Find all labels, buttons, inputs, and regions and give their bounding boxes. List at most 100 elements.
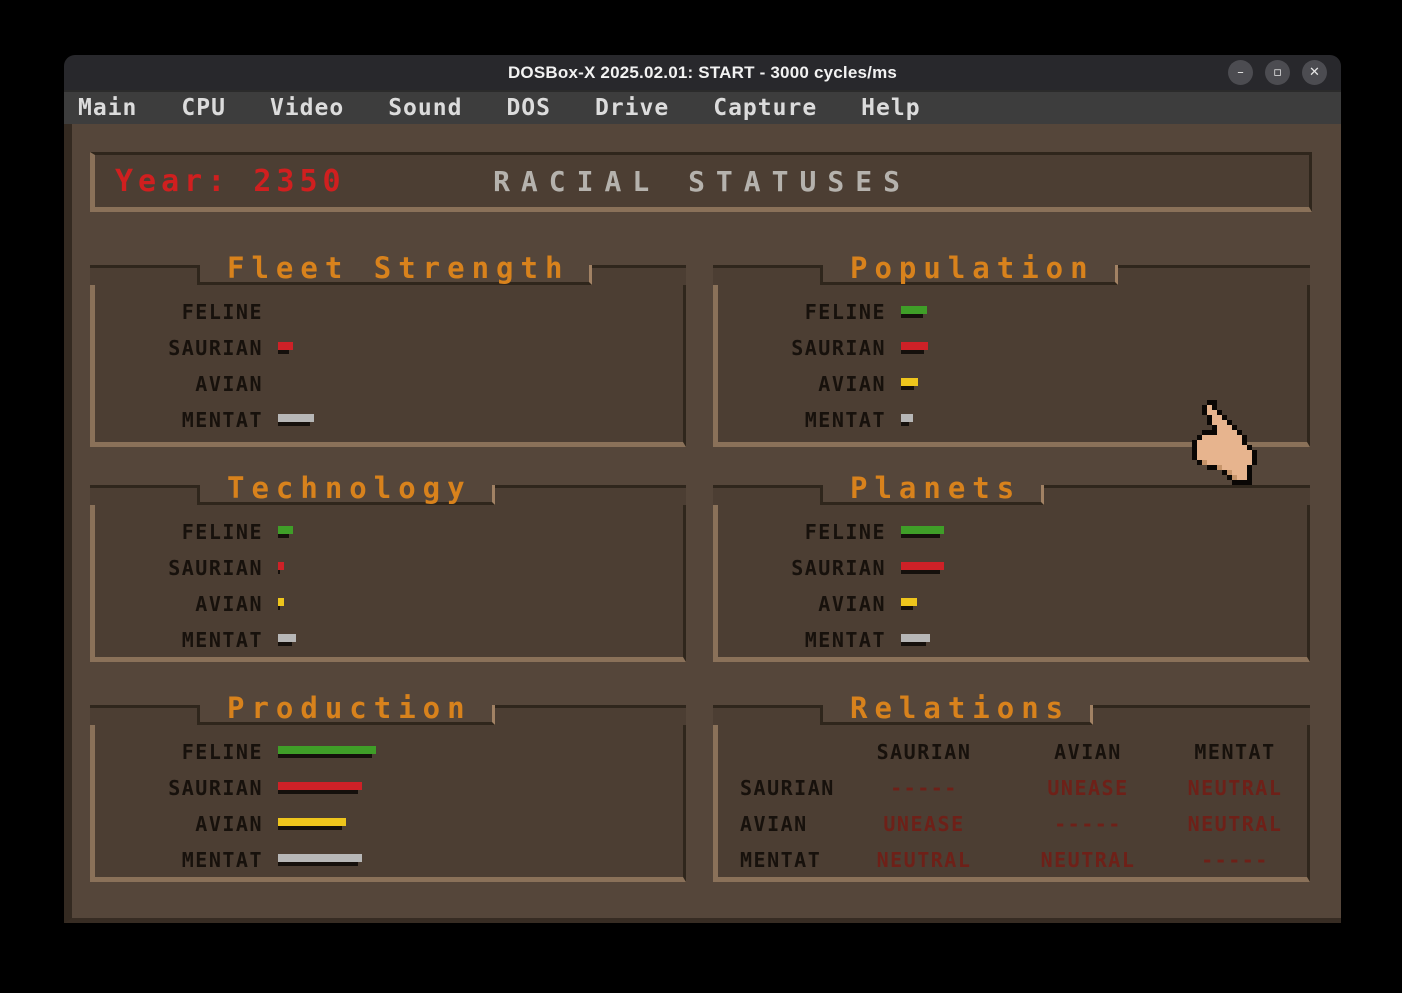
bar-fill: [278, 818, 346, 826]
hand-cursor-icon: [1192, 400, 1257, 485]
menu-item-main[interactable]: Main: [78, 95, 137, 121]
bar-shadow: [278, 642, 292, 646]
race-label: FELINE: [95, 300, 263, 324]
race-bar-row: SAURIAN: [718, 550, 1307, 586]
panel-header: Production: [90, 705, 686, 725]
relations-value: -----: [1012, 812, 1164, 836]
panel-header: Planets: [713, 485, 1310, 505]
status-bar: [901, 306, 1307, 318]
bar-fill: [278, 854, 362, 862]
race-bar-row: FELINE: [95, 734, 683, 770]
bar-fill: [278, 414, 314, 422]
race-bar-row: MENTAT: [718, 622, 1307, 658]
race-bar-row: FELINE: [718, 514, 1307, 550]
race-label: SAURIAN: [718, 336, 886, 360]
window-titlebar[interactable]: DOSBox-X 2025.02.01: START - 3000 cycles…: [64, 55, 1341, 90]
panel-production: Production FELINE SAURIAN AVIAN MENTAT: [90, 705, 686, 882]
status-bar: [278, 634, 683, 646]
status-bar: [901, 342, 1307, 354]
race-bar-row: AVIAN: [95, 806, 683, 842]
close-icon: ✕: [1309, 65, 1320, 80]
bar-fill: [278, 526, 293, 534]
panel-title: Relations: [850, 695, 1070, 721]
bar-shadow: [278, 790, 358, 794]
status-bar: [278, 414, 683, 426]
menu-item-cpu[interactable]: CPU: [181, 95, 226, 121]
bar-shadow: [901, 642, 926, 646]
race-label: AVIAN: [95, 372, 263, 396]
bar-shadow: [901, 386, 914, 390]
panel-title: Population: [850, 255, 1095, 281]
game-content: Year: 2350 RACIAL STATUSES Fleet Strengt…: [64, 124, 1341, 918]
status-bar: [278, 526, 683, 538]
race-bar-row: FELINE: [718, 294, 1307, 330]
menu-item-help[interactable]: Help: [861, 95, 920, 121]
status-bar: [901, 634, 1307, 646]
race-bar-row: SAURIAN: [95, 770, 683, 806]
race-bar-row: MENTAT: [95, 402, 683, 438]
bar-shadow: [901, 570, 940, 574]
status-bar: [278, 598, 683, 610]
relations-row-label: MENTAT: [718, 848, 836, 872]
status-bar: [278, 342, 683, 354]
race-bar-row: SAURIAN: [95, 550, 683, 586]
bar-fill: [278, 598, 284, 606]
race-label: AVIAN: [718, 592, 886, 616]
race-label: MENTAT: [718, 628, 886, 652]
race-label: MENTAT: [95, 628, 263, 652]
menu-item-video[interactable]: Video: [270, 95, 344, 121]
relations-value: -----: [1164, 848, 1306, 872]
race-bar-row: AVIAN: [95, 366, 683, 402]
relations-value: UNEASE: [836, 812, 1012, 836]
relations-value: NEUTRAL: [1164, 776, 1306, 800]
status-header-panel: Year: 2350 RACIAL STATUSES: [90, 152, 1312, 212]
menu-item-drive[interactable]: Drive: [595, 95, 669, 121]
bar-shadow: [901, 350, 924, 354]
maximize-button[interactable]: ▫: [1265, 60, 1290, 85]
race-label: FELINE: [718, 300, 886, 324]
race-label: MENTAT: [95, 848, 263, 872]
race-bar-row: AVIAN: [718, 586, 1307, 622]
panel-header: Population: [713, 265, 1310, 285]
race-bar-row: MENTAT: [95, 622, 683, 658]
bar-shadow: [278, 862, 358, 866]
panel-title: Planets: [850, 475, 1021, 501]
bar-fill: [278, 746, 376, 754]
relations-row: AVIANUNEASE-----NEUTRAL: [718, 806, 1307, 842]
bar-fill: [901, 378, 918, 386]
year-label: Year: 2350: [115, 164, 346, 199]
minimize-button[interactable]: –: [1228, 60, 1253, 85]
panel-body: FELINE SAURIAN AVIAN MENTAT: [90, 285, 686, 447]
panel-body: FELINE SAURIAN AVIAN MENTAT: [90, 505, 686, 662]
status-bar: [278, 854, 683, 866]
bar-fill: [278, 782, 362, 790]
relations-header-row: SAURIANAVIANMENTAT: [718, 734, 1307, 770]
status-bar: [278, 782, 683, 794]
panel-technology: Technology FELINE SAURIAN AVIAN MENTAT: [90, 485, 686, 662]
bar-shadow: [278, 350, 289, 354]
relations-value: NEUTRAL: [836, 848, 1012, 872]
bar-fill: [278, 342, 293, 350]
panel-header: Technology: [90, 485, 686, 505]
race-label: SAURIAN: [95, 336, 263, 360]
status-bar: [278, 378, 683, 390]
bar-shadow: [901, 422, 909, 426]
status-bar: [278, 818, 683, 830]
race-label: MENTAT: [95, 408, 263, 432]
bar-shadow: [278, 826, 342, 830]
menu-item-capture[interactable]: Capture: [713, 95, 817, 121]
race-label: SAURIAN: [95, 556, 263, 580]
bar-shadow: [901, 534, 940, 538]
minimize-icon: –: [1237, 65, 1244, 80]
bar-fill: [901, 634, 930, 642]
menu-item-dos[interactable]: DOS: [506, 95, 551, 121]
game-screen[interactable]: Year: 2350 RACIAL STATUSES Fleet Strengt…: [64, 124, 1341, 923]
bar-fill: [901, 414, 913, 422]
relations-row-label: AVIAN: [718, 812, 836, 836]
relations-row: MENTATNEUTRALNEUTRAL-----: [718, 842, 1307, 878]
panel-planets: Planets FELINE SAURIAN AVIAN MENTAT: [713, 485, 1310, 662]
close-button[interactable]: ✕: [1302, 60, 1327, 85]
bar-shadow: [278, 570, 280, 574]
relations-col-header: MENTAT: [1164, 740, 1306, 764]
menu-item-sound[interactable]: Sound: [388, 95, 462, 121]
